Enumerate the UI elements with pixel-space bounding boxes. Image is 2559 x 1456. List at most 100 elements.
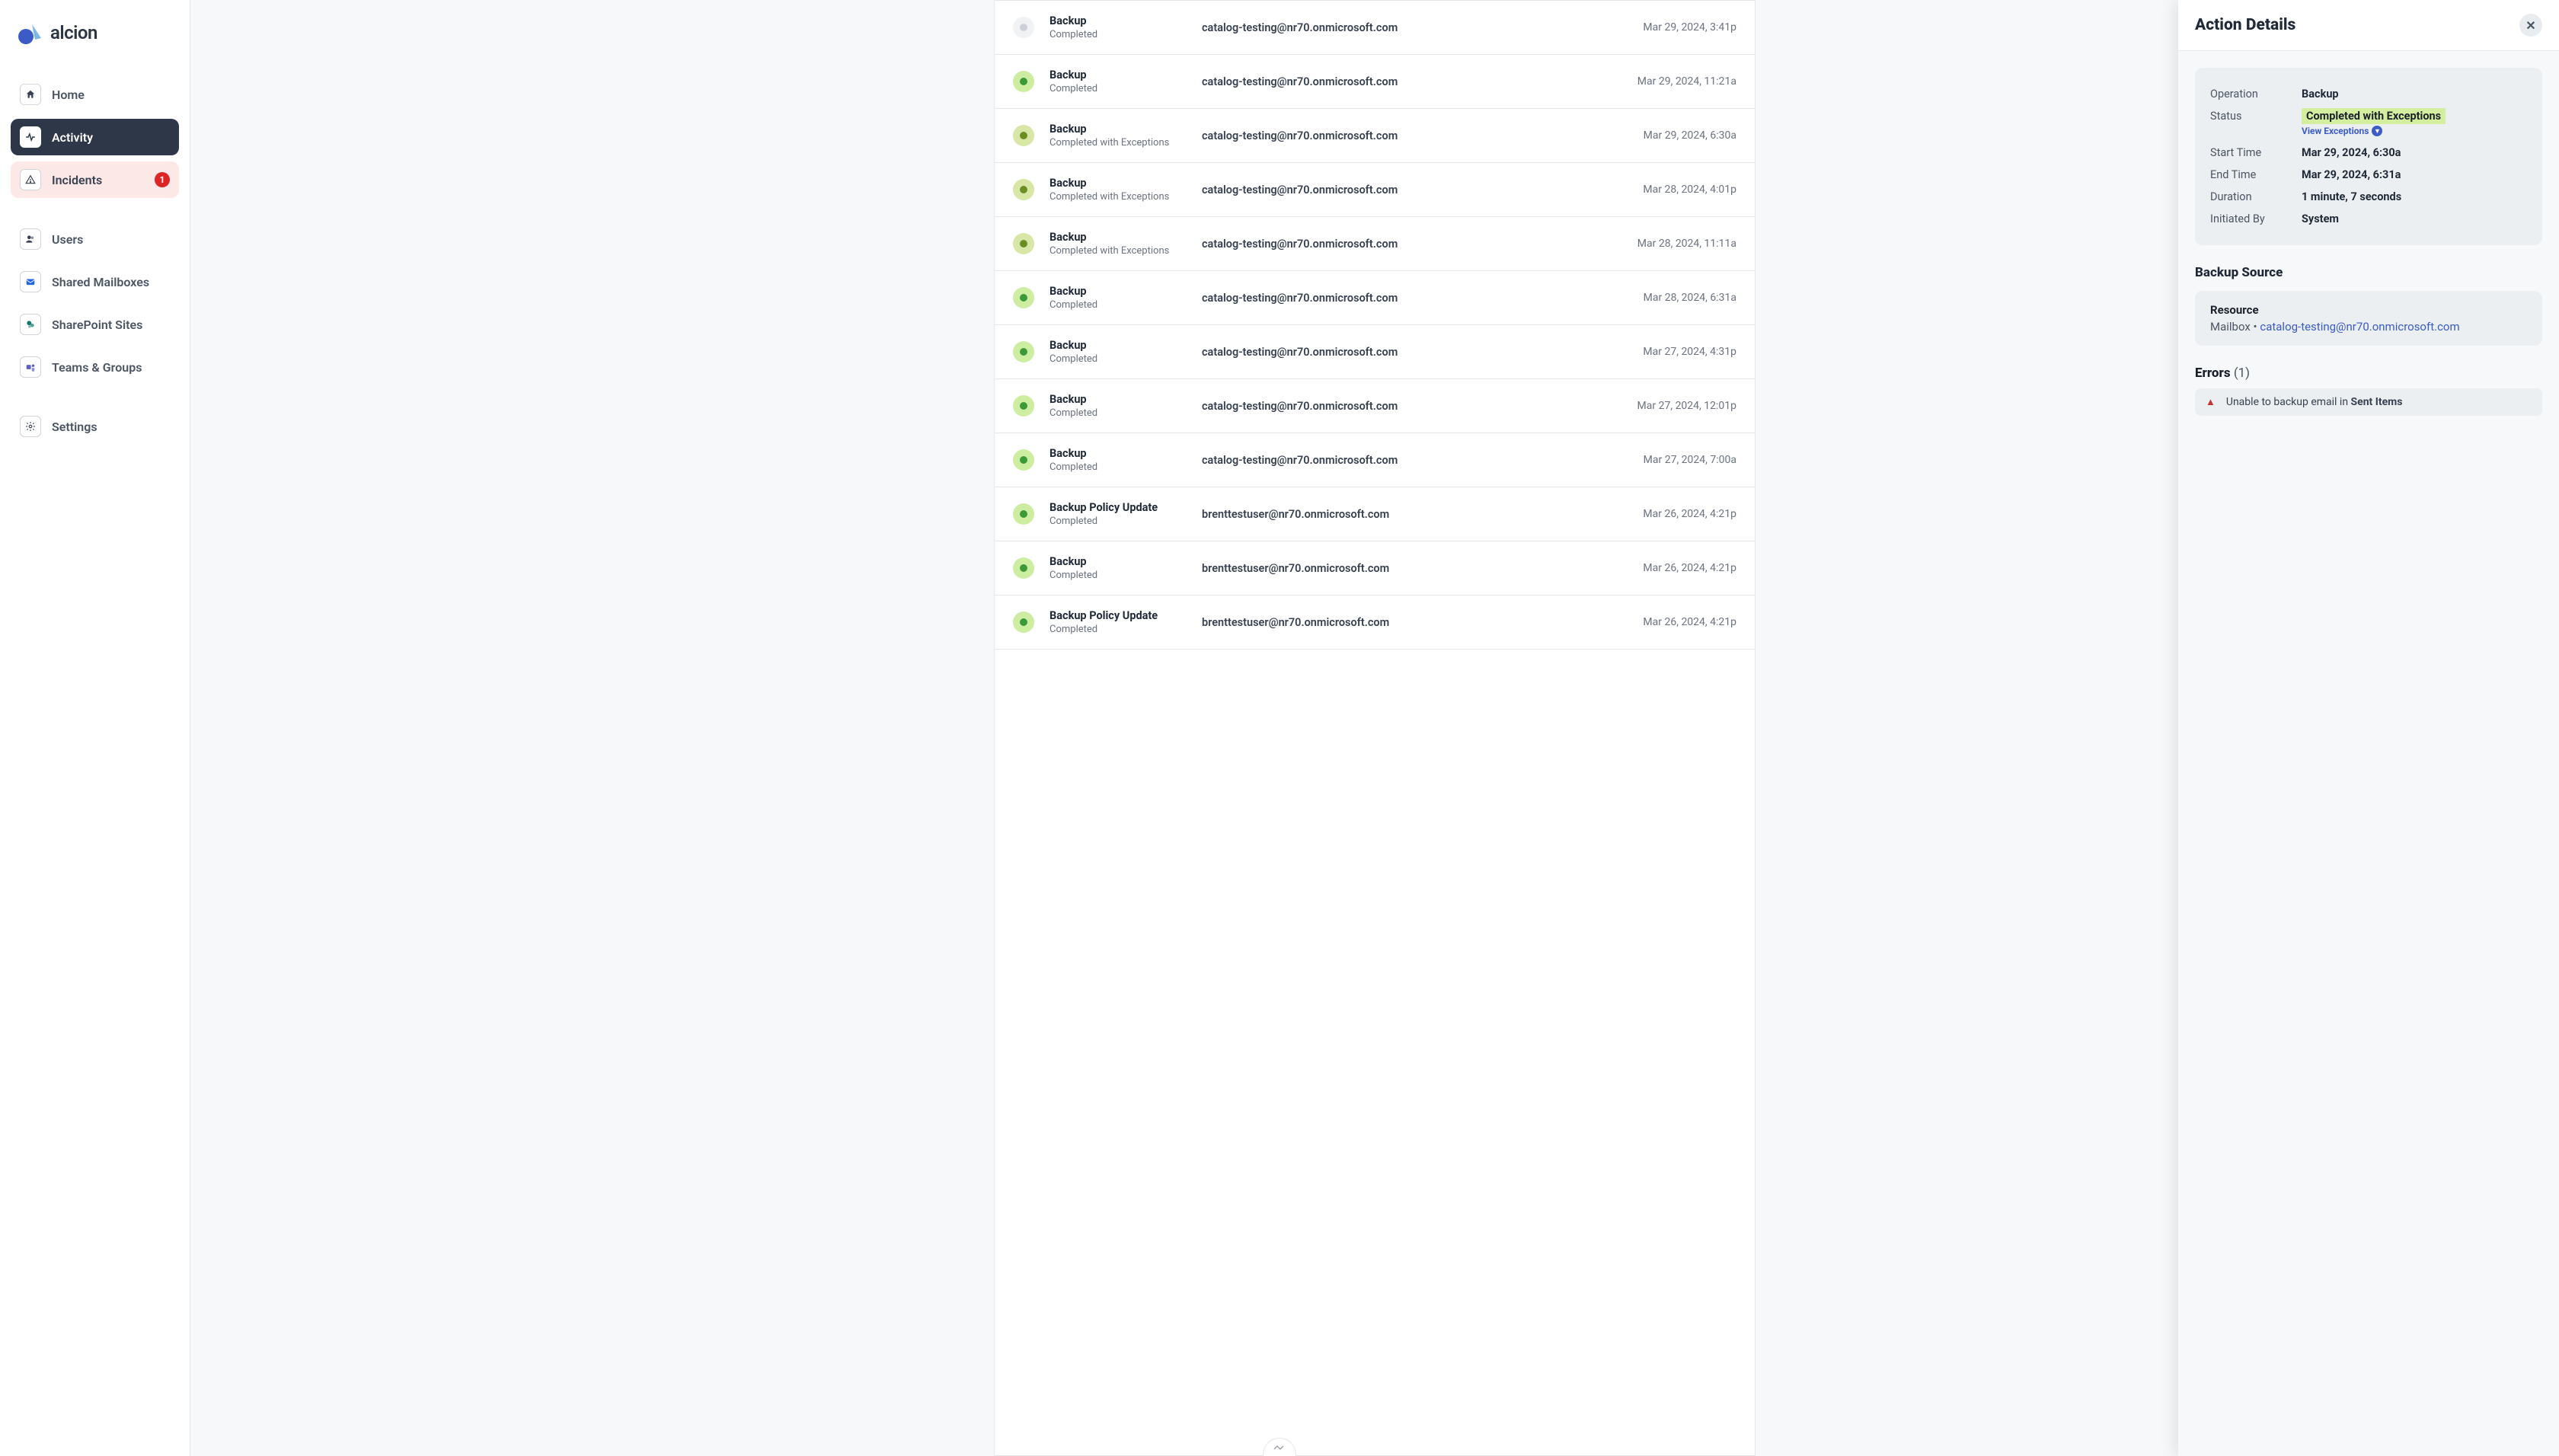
activity-row[interactable]: BackupCompletedcatalog-testing@nr70.onmi… <box>995 271 1755 325</box>
row-subtitle: Completed <box>1049 29 1187 40</box>
nav-users[interactable]: Users <box>11 221 179 257</box>
row-time: Mar 27, 2024, 7:00a <box>1644 454 1736 466</box>
activity-row[interactable]: BackupCompletedbrenttestuser@nr70.onmicr… <box>995 541 1755 595</box>
status-indicator <box>1013 341 1034 362</box>
value-start-time: Mar 29, 2024, 6:30a <box>2302 146 2401 159</box>
arrow-down-icon: ▼ <box>2372 126 2382 136</box>
drawer-title: Action Details <box>2195 16 2295 34</box>
view-exceptions-link[interactable]: View Exceptions ▼ <box>2302 126 2382 136</box>
activity-row[interactable]: Backup Completed catalog-testing@nr70.onmi… <box>995 55 1755 109</box>
row-time: Mar 28, 2024, 4:01p <box>1643 184 1736 196</box>
nav-users-label: Users <box>52 232 83 247</box>
row-subtitle: Completed <box>1049 299 1187 311</box>
row-subtitle: Completed with Exceptions <box>1049 137 1187 148</box>
value-operation: Backup <box>2302 88 2339 101</box>
resource-type: Mailbox <box>2210 320 2251 334</box>
nav-settings[interactable]: Settings <box>11 408 179 445</box>
row-email: catalog-testing@nr70.onmicrosoft.com <box>1202 400 1622 413</box>
row-time: Mar 29, 2024, 11:21a <box>1637 75 1736 88</box>
activity-row[interactable]: Backup Policy UpdateCompletedbrenttestus… <box>995 487 1755 541</box>
row-title-col: Backup Completed <box>1049 69 1187 94</box>
sharepoint-icon <box>20 314 41 335</box>
errors-heading: Errors (1) <box>2195 366 2542 381</box>
nav-activity[interactable]: Activity <box>11 119 179 155</box>
row-title: Backup <box>1049 69 1187 81</box>
row-subtitle: Completed <box>1049 516 1187 527</box>
resource-separator: • <box>2251 320 2260 334</box>
row-title-col: BackupCompleted with Exceptions <box>1049 177 1187 203</box>
error-strong: Sent Items <box>2351 396 2403 408</box>
row-subtitle: Completed <box>1049 83 1187 94</box>
errors-heading-text: Errors <box>2195 366 2231 381</box>
resource-email-link[interactable]: catalog-testing@nr70.onmicrosoft.com <box>2260 320 2459 334</box>
row-title-col: BackupCompleted <box>1049 447 1187 473</box>
nav-home[interactable]: Home <box>11 76 179 113</box>
info-card: Operation Backup Status Completed with E… <box>2195 68 2542 245</box>
label-end-time: End Time <box>2210 168 2302 181</box>
nav-home-label: Home <box>52 88 85 102</box>
value-initiated-by: System <box>2302 212 2339 225</box>
nav-teams[interactable]: Teams & Groups <box>11 349 179 385</box>
row-time: Mar 29, 2024, 3:41p <box>1643 21 1736 34</box>
nav-incidents[interactable]: Incidents 1 <box>11 161 179 198</box>
value-end-time: Mar 29, 2024, 6:31a <box>2302 168 2401 181</box>
users-icon <box>20 228 41 250</box>
row-email: catalog-testing@nr70.onmicrosoft.com <box>1202 346 1628 359</box>
drawer-header: Action Details ✕ <box>2178 0 2559 51</box>
status-indicator <box>1013 611 1034 633</box>
row-subtitle: Completed with Exceptions <box>1049 245 1187 257</box>
status-indicator <box>1013 557 1034 579</box>
nav-sharepoint-label: SharePoint Sites <box>52 318 142 332</box>
teams-icon <box>20 356 41 378</box>
activity-row[interactable]: BackupCompletedcatalog-testing@nr70.onmi… <box>995 1 1755 55</box>
row-title-col: BackupCompleted with Exceptions <box>1049 123 1187 148</box>
nav-sharepoint[interactable]: SharePoint Sites <box>11 306 179 343</box>
row-time: Mar 27, 2024, 4:31p <box>1643 346 1736 358</box>
row-title-col: Backup Policy UpdateCompleted <box>1049 609 1187 635</box>
errors-count: (1) <box>2234 366 2250 381</box>
row-title: Backup <box>1049 123 1187 136</box>
drawer-body: Operation Backup Status Completed with E… <box>2178 51 2559 433</box>
row-title: Backup Policy Update <box>1049 609 1187 622</box>
gear-icon <box>20 416 41 437</box>
value-duration: 1 minute, 7 seconds <box>2302 190 2401 203</box>
nav-incidents-label: Incidents <box>52 173 102 187</box>
status-indicator <box>1013 395 1034 417</box>
row-subtitle: Completed <box>1049 461 1187 473</box>
row-email: catalog-testing@nr70.onmicrosoft.com <box>1202 75 1622 88</box>
row-email: catalog-testing@nr70.onmicrosoft.com <box>1202 21 1628 34</box>
status-indicator <box>1013 287 1034 308</box>
row-title: Backup <box>1049 339 1187 352</box>
activity-row[interactable]: Backup Policy UpdateCompletedbrenttestus… <box>995 595 1755 650</box>
row-title: Backup <box>1049 177 1187 190</box>
activity-row[interactable]: BackupCompleted with Exceptionscatalog-t… <box>995 217 1755 271</box>
value-status: Completed with Exceptions <box>2302 108 2446 124</box>
label-initiated-by: Initiated By <box>2210 212 2302 225</box>
status-indicator <box>1013 179 1034 200</box>
logo[interactable]: alcion <box>11 20 179 76</box>
nav-activity-label: Activity <box>52 130 93 145</box>
row-time: Mar 28, 2024, 6:31a <box>1644 292 1736 304</box>
label-duration: Duration <box>2210 190 2302 203</box>
close-button[interactable]: ✕ <box>2519 14 2542 37</box>
nav-shared-mailboxes[interactable]: Shared Mailboxes <box>11 263 179 300</box>
activity-row[interactable]: BackupCompleted with Exceptionscatalog-t… <box>995 109 1755 163</box>
activity-row[interactable]: BackupCompletedcatalog-testing@nr70.onmi… <box>995 379 1755 433</box>
close-icon: ✕ <box>2525 18 2535 33</box>
nav-teams-label: Teams & Groups <box>52 360 142 375</box>
home-icon <box>20 84 41 105</box>
error-prefix: Unable to backup email in <box>2226 396 2351 408</box>
status-indicator <box>1013 17 1034 38</box>
view-exceptions-label: View Exceptions <box>2302 126 2369 136</box>
details-drawer: Action Details ✕ Operation Backup Status… <box>2178 0 2559 1456</box>
status-indicator <box>1013 71 1034 92</box>
nav-shared-mailboxes-label: Shared Mailboxes <box>52 275 149 289</box>
row-title: Backup <box>1049 231 1187 244</box>
row-email: catalog-testing@nr70.onmicrosoft.com <box>1202 184 1628 196</box>
activity-row[interactable]: BackupCompletedcatalog-testing@nr70.onmi… <box>995 433 1755 487</box>
row-time: Mar 28, 2024, 11:11a <box>1637 238 1736 250</box>
activity-row[interactable]: BackupCompleted with Exceptions catalog-t… <box>995 163 1755 217</box>
activity-row[interactable]: BackupCompletedcatalog-testing@nr70.onmi… <box>995 325 1755 379</box>
row-subtitle: Completed with Exceptions <box>1049 191 1187 203</box>
row-time: Mar 29, 2024, 6:30a <box>1644 129 1736 142</box>
